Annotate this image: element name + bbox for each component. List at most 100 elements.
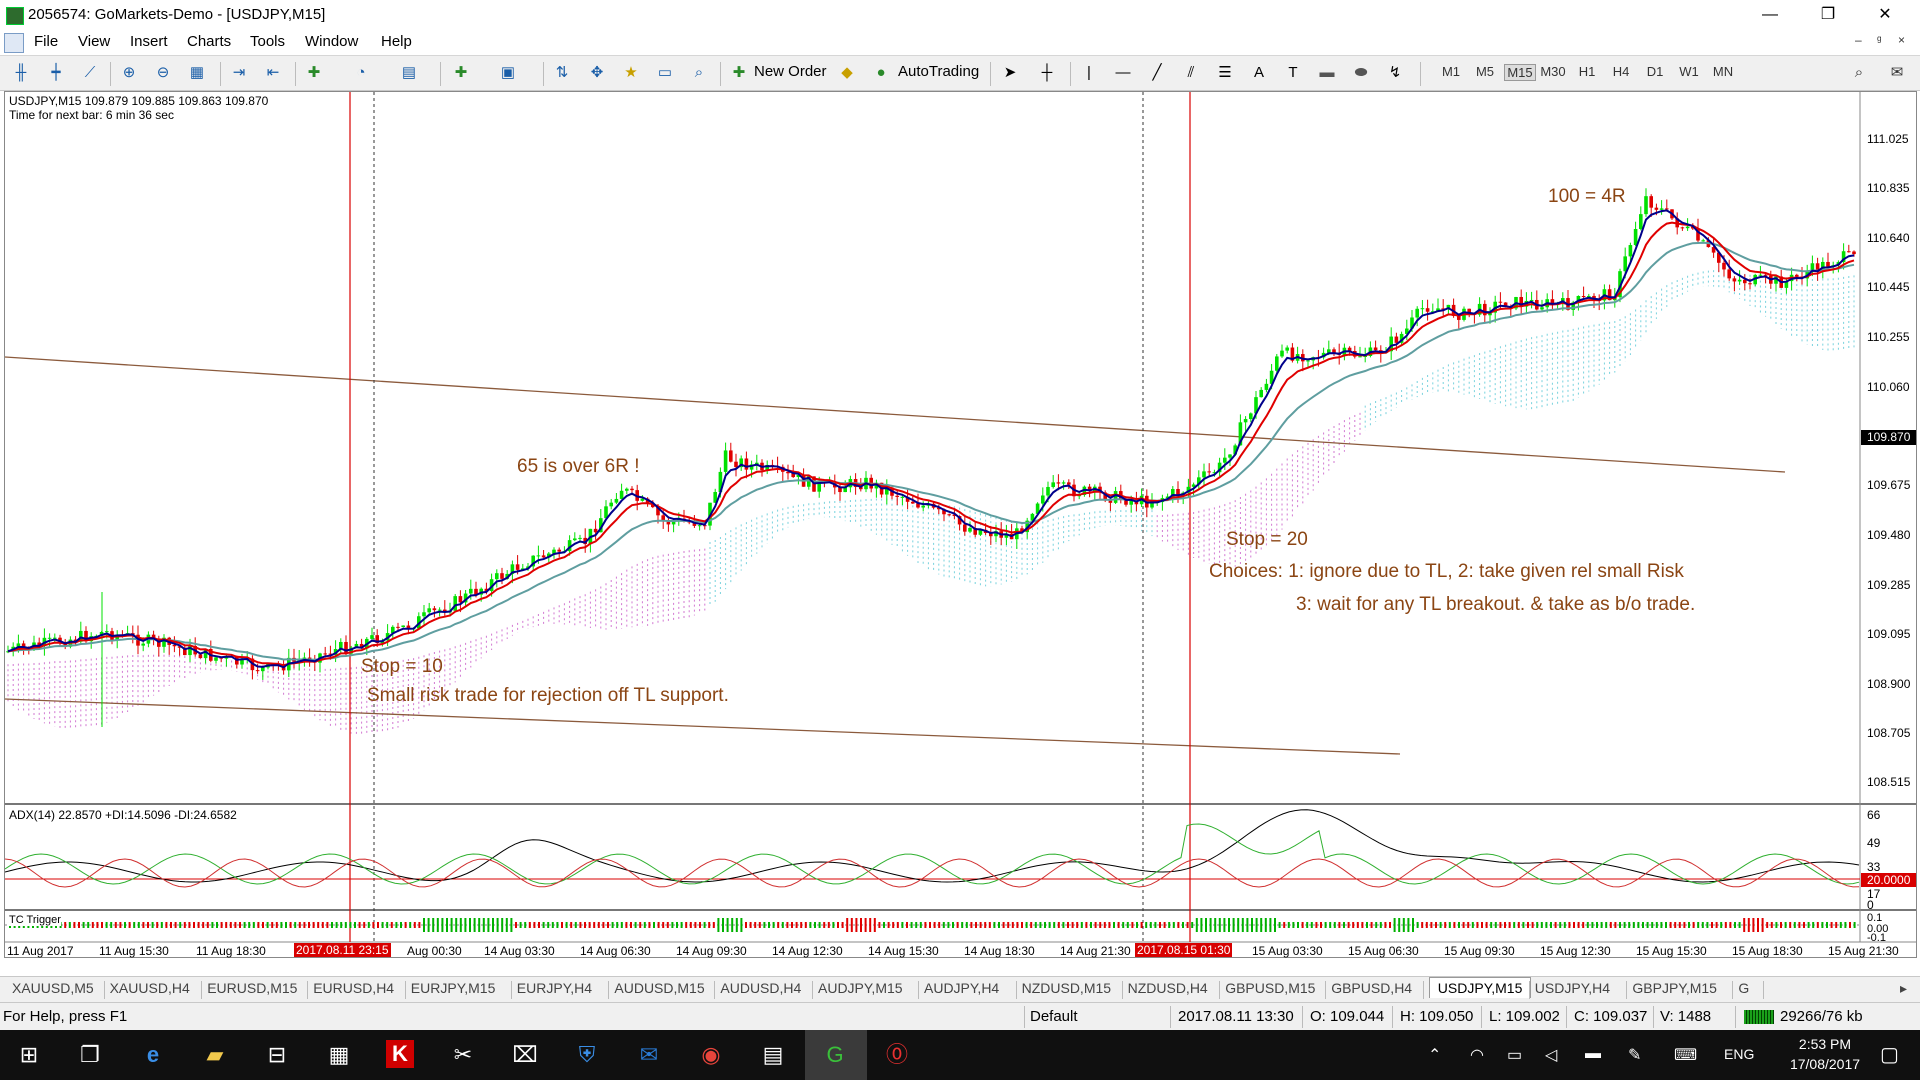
templates-icon[interactable]: ▤: [398, 62, 420, 84]
terminal-icon[interactable]: ▭: [654, 62, 676, 84]
chart-tab[interactable]: USDJPY,M15: [1428, 977, 1532, 998]
file-explorer-icon[interactable]: ▰: [200, 1040, 230, 1070]
auto-scroll-icon[interactable]: ⇥: [228, 62, 250, 84]
vertical-line-icon[interactable]: |: [1078, 62, 1100, 84]
text-icon[interactable]: A: [1248, 62, 1270, 84]
profiles-icon[interactable]: ▣: [497, 62, 519, 84]
restore-button[interactable]: ❐: [1805, 0, 1851, 30]
chart-tab[interactable]: GBPUSD,H4: [1331, 980, 1412, 996]
chart-tab[interactable]: AUDUSD,H4: [720, 980, 801, 996]
chart-tab[interactable]: USDJPY,H4: [1535, 980, 1610, 996]
lower-trendline[interactable]: [5, 698, 1401, 755]
close-button[interactable]: ✕: [1862, 0, 1908, 30]
timeframe-mn[interactable]: MN: [1708, 64, 1738, 79]
menu-file[interactable]: File: [34, 33, 58, 50]
timeframe-m15[interactable]: M15: [1504, 64, 1536, 81]
chart-tab[interactable]: XAUUSD,H4: [110, 980, 190, 996]
data-window-icon[interactable]: ✥: [586, 62, 608, 84]
timeframe-h4[interactable]: H4: [1606, 64, 1636, 79]
crosshair-icon[interactable]: ┼: [1036, 62, 1058, 84]
camera-icon[interactable]: ⌧: [510, 1040, 540, 1070]
annotation-text[interactable]: Small risk trade for rejection off TL su…: [367, 685, 729, 707]
zoom-out-icon[interactable]: ⊖: [152, 62, 174, 84]
chart-tab[interactable]: EURUSD,M15: [207, 980, 297, 996]
chart-tab[interactable]: AUDJPY,M15: [818, 980, 903, 996]
device-icon[interactable]: ▭: [1507, 1045, 1522, 1065]
chat-icon[interactable]: ✉: [1886, 62, 1908, 84]
edge-browser-icon[interactable]: e: [138, 1040, 168, 1070]
app-k-icon[interactable]: K: [386, 1040, 414, 1068]
annotation-text[interactable]: Stop = 10: [361, 656, 443, 678]
timeframe-m5[interactable]: M5: [1470, 64, 1500, 79]
calculator-icon[interactable]: ▦: [324, 1040, 354, 1070]
menu-view[interactable]: View: [78, 33, 110, 50]
chart-tab[interactable]: AUDJPY,H4: [924, 980, 999, 996]
timeframe-m30[interactable]: M30: [1538, 64, 1568, 79]
menu-tools[interactable]: Tools: [250, 33, 285, 50]
strategy-tester-icon[interactable]: ⌕: [688, 62, 710, 84]
metatrader-taskbar-icon[interactable]: G: [820, 1040, 850, 1070]
chart-tab[interactable]: G: [1738, 980, 1749, 996]
chrome-icon[interactable]: ◉: [696, 1040, 726, 1070]
defender-icon[interactable]: ⛨: [572, 1040, 602, 1070]
fibonacci-icon[interactable]: ☰: [1214, 62, 1236, 84]
metaeditor-icon[interactable]: ◆: [836, 62, 858, 84]
timeframe-d1[interactable]: D1: [1640, 64, 1670, 79]
chart-tab[interactable]: XAUUSD,M5: [12, 980, 94, 996]
pen-icon[interactable]: ✎: [1628, 1045, 1641, 1065]
outlook-icon[interactable]: ✉: [634, 1040, 664, 1070]
minimize-button[interactable]: —: [1747, 0, 1793, 30]
annotation-text[interactable]: 100 = 4R: [1548, 186, 1626, 208]
tab-scroll-right-icon[interactable]: ▸: [1900, 980, 1907, 997]
language-indicator[interactable]: ENG: [1724, 1046, 1754, 1062]
rectangle-icon[interactable]: ▬: [1316, 62, 1338, 84]
mt4-icon[interactable]: ⓪: [882, 1040, 912, 1070]
text-label-icon[interactable]: T: [1282, 62, 1304, 84]
mdi-minimize-button[interactable]: –: [1855, 33, 1862, 47]
periods-icon[interactable]: ◔: [350, 62, 372, 84]
annotation-text[interactable]: 65 is over 6R !: [517, 456, 640, 478]
price-chart[interactable]: [5, 92, 1916, 957]
new-order-icon[interactable]: ✚: [728, 62, 750, 84]
tray-chevron-icon[interactable]: ⌃: [1428, 1045, 1441, 1065]
chart-tab[interactable]: AUDUSD,M15: [614, 980, 704, 996]
navigator-icon[interactable]: ★: [620, 62, 642, 84]
ellipse-icon[interactable]: ⬬: [1350, 62, 1372, 84]
tile-windows-icon[interactable]: ▦: [186, 62, 208, 84]
timeframe-h1[interactable]: H1: [1572, 64, 1602, 79]
chart-window[interactable]: USDJPY,M15 109.879 109.885 109.863 109.8…: [4, 91, 1917, 958]
menu-charts[interactable]: Charts: [187, 33, 231, 50]
windows-start-icon[interactable]: ⊞: [14, 1040, 44, 1070]
autotrading-button[interactable]: AutoTrading: [898, 63, 979, 80]
store-icon[interactable]: ⊟: [262, 1040, 292, 1070]
arrows-icon[interactable]: ↯: [1384, 62, 1406, 84]
market-watch-icon[interactable]: ⇅: [551, 62, 573, 84]
mdi-restore-button[interactable]: ᵍ: [1877, 33, 1882, 47]
timeframe-m1[interactable]: M1: [1436, 64, 1466, 79]
channel-icon[interactable]: ⫽: [1180, 62, 1202, 84]
new-chart-icon[interactable]: ✚: [450, 62, 472, 84]
menu-help[interactable]: Help: [381, 33, 412, 50]
indicators-icon[interactable]: ✚: [303, 62, 325, 84]
task-view-icon[interactable]: ❐: [75, 1040, 105, 1070]
bar-chart-icon[interactable]: ╫: [10, 62, 32, 84]
trendline-icon[interactable]: ╱: [1146, 62, 1168, 84]
keyboard-icon[interactable]: ⌨: [1674, 1045, 1697, 1065]
chart-tab[interactable]: GBPJPY,M15: [1632, 980, 1717, 996]
menu-window[interactable]: Window: [305, 33, 358, 50]
control-panel-icon[interactable]: ▤: [758, 1040, 788, 1070]
chart-tab[interactable]: GBPUSD,M15: [1225, 980, 1315, 996]
chart-shift-icon[interactable]: ⇤: [262, 62, 284, 84]
search-icon[interactable]: ⌕: [1848, 62, 1870, 84]
new-order-button[interactable]: New Order: [754, 63, 827, 80]
annotation-text[interactable]: Choices: 1: ignore due to TL, 2: take gi…: [1209, 561, 1684, 583]
annotation-text[interactable]: 3: wait for any TL breakout. & take as b…: [1296, 594, 1695, 616]
volume-icon[interactable]: ◁: [1545, 1045, 1557, 1065]
chart-tab[interactable]: EURUSD,H4: [313, 980, 394, 996]
battery-icon[interactable]: ▬: [1585, 1045, 1601, 1063]
horizontal-line-icon[interactable]: —: [1112, 62, 1134, 84]
notifications-icon[interactable]: ▢: [1880, 1042, 1899, 1067]
upper-trendline[interactable]: [5, 356, 1786, 473]
line-chart-icon[interactable]: ⟋: [79, 62, 101, 84]
autotrading-icon[interactable]: ●: [870, 62, 892, 84]
